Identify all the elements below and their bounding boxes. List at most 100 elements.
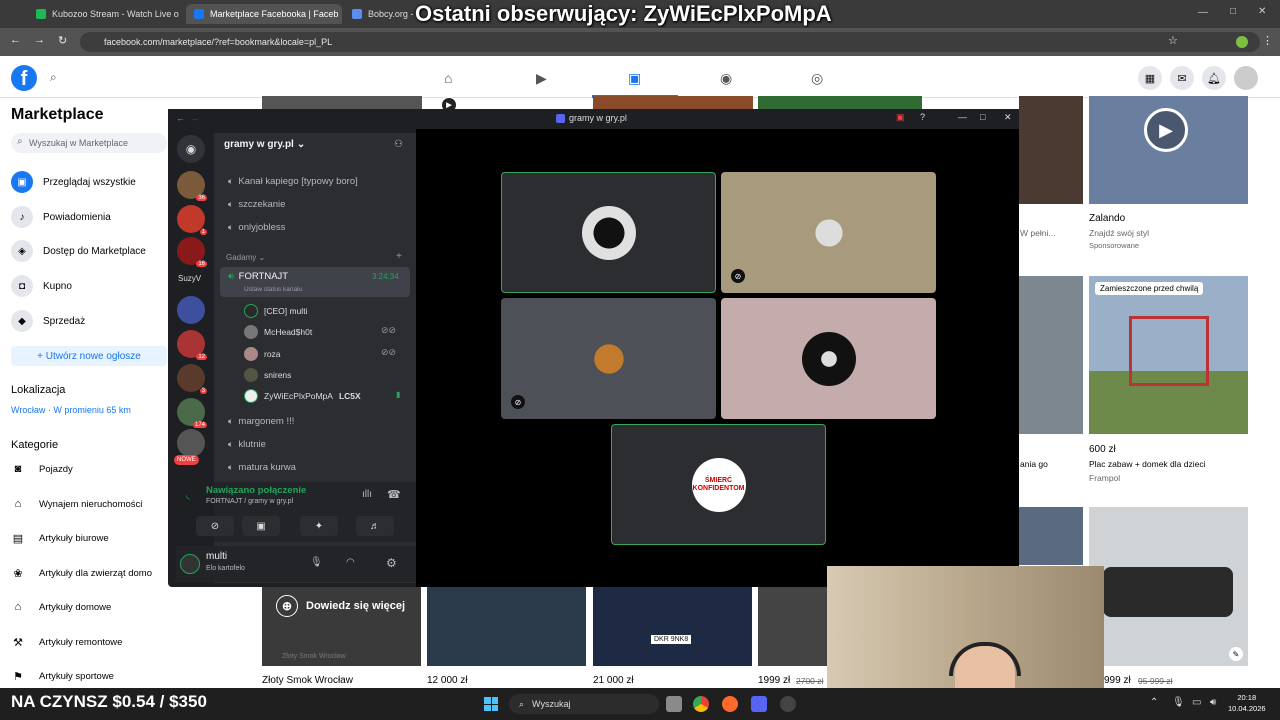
server-icon[interactable]: 36 (177, 171, 207, 201)
close-icon[interactable]: ✕ (1004, 112, 1012, 123)
category-pets[interactable]: ❀ Artykuły dla zwierząt domo (11, 563, 152, 583)
maximize-icon[interactable]: □ (980, 112, 985, 122)
listing-image[interactable] (1019, 507, 1083, 565)
reload-icon[interactable]: ↻ (58, 34, 67, 47)
video-icon[interactable]: ▶ (536, 70, 547, 87)
tab-marketplace[interactable]: Marketplace Facebooka | Faceb ✕ (186, 4, 342, 24)
location-value[interactable]: Wrocław · W promieniu 65 km (11, 405, 131, 415)
participant-tile[interactable] (501, 172, 716, 293)
listing-price[interactable]: 600 zł (1089, 444, 1116, 455)
screen-share-button[interactable]: ▣ (242, 516, 280, 536)
network-icon[interactable]: ▭ (1192, 697, 1201, 708)
microphone-icon[interactable]: 🎙︎ (310, 557, 323, 568)
app-icon[interactable] (722, 696, 738, 712)
messenger-icon[interactable]: ✉ (1170, 66, 1194, 90)
taskbar-clock[interactable]: 20:18 10.04.2026 (1228, 692, 1266, 714)
add-channel-icon[interactable]: + (396, 251, 402, 262)
forward-icon[interactable]: → (34, 34, 45, 46)
marketplace-search-input[interactable]: ⌕ Wyszukaj w Marketplace (11, 133, 167, 153)
disconnect-icon[interactable]: ☎ (387, 488, 401, 501)
server-icon[interactable]: 16 (177, 237, 207, 267)
voice-user[interactable]: snirens (244, 368, 291, 382)
gear-icon[interactable]: ⚙ (386, 556, 397, 570)
close-window-icon[interactable]: ✕ (1258, 6, 1266, 17)
voice-user[interactable]: McHead$h0t (244, 325, 312, 339)
profile-icon[interactable] (1236, 36, 1248, 48)
category-sports[interactable]: ⚑ Artykuły sportowe (11, 666, 114, 686)
voice-user[interactable]: roza (244, 347, 281, 361)
listing-image-lexus[interactable]: DKR 9NK8 (593, 587, 752, 666)
add-friend-icon[interactable]: ⚇ (394, 139, 403, 150)
tray-chevron-icon[interactable]: ⌃ (1150, 697, 1158, 708)
listing-price[interactable]: 1999 zł (758, 675, 790, 686)
user-name[interactable]: multi (206, 551, 227, 562)
voice-channel[interactable]: 🔈︎ matura kurwa (228, 462, 296, 473)
listing-price[interactable]: 999 zł (1104, 675, 1131, 686)
search-icon[interactable]: ⌕ (50, 70, 57, 85)
listing-image[interactable] (1019, 96, 1083, 204)
voice-user[interactable]: ZyWiEcPlxPoMpA LC5X (244, 389, 361, 403)
voice-channel[interactable]: 🔈︎ Kanał kapiego [typowy boro] (228, 176, 358, 187)
listing-price[interactable]: 21 000 zł (593, 675, 634, 686)
menu-icon[interactable]: ⋮ (1262, 34, 1273, 47)
voice-user[interactable]: [CEO] multi (244, 304, 307, 318)
account-avatar[interactable] (1234, 66, 1258, 90)
listing-image-zalando[interactable]: ▶ (1089, 96, 1248, 204)
notifications-icon[interactable]: 🔔︎ (1202, 66, 1226, 90)
listing-image[interactable] (593, 96, 753, 110)
avatar[interactable] (180, 554, 200, 574)
noise-suppression-icon[interactable]: ıllı (362, 489, 372, 500)
help-icon[interactable]: ? (920, 112, 925, 122)
server-icon[interactable]: 1 (177, 205, 207, 235)
sidebar-item-selling[interactable]: ◆ Sprzedaż (11, 310, 85, 332)
category-rentals[interactable]: ⌂ Wynajem nieruchomości (11, 494, 143, 514)
bookmark-star-icon[interactable]: ☆ (1168, 34, 1178, 47)
voice-location[interactable]: FORTNAJT / gramy w gry.pl (206, 498, 293, 505)
back-icon[interactable]: ← (176, 113, 185, 123)
discord-icon[interactable] (751, 696, 767, 712)
headphones-icon[interactable]: ◠ (346, 557, 355, 568)
groups-icon[interactable]: ◉ (720, 70, 732, 87)
listing-image[interactable] (262, 96, 422, 110)
minimize-icon[interactable]: — (1198, 7, 1208, 18)
participant-tile[interactable]: ⊘ (721, 172, 936, 293)
category-home[interactable]: ⌂ Artykuły domowe (11, 597, 112, 617)
obs-icon[interactable] (780, 696, 796, 712)
maximize-icon[interactable]: □ (1230, 6, 1236, 17)
listing-price[interactable]: 12 000 zł (427, 675, 468, 686)
listing-image-playground[interactable]: Zamieszczone przed chwilą (1089, 276, 1248, 434)
listing-image-car[interactable]: ✎ (1089, 507, 1248, 666)
sidebar-item-notifications[interactable]: ♪ Powiadomienia (11, 206, 111, 228)
back-icon[interactable]: ← (10, 34, 21, 46)
menu-grid-icon[interactable]: ▦ (1138, 66, 1162, 90)
voice-channel[interactable]: 🔈︎ margonem !!! (228, 416, 294, 427)
tab-bobcy[interactable]: Bobcy.org - Ro (344, 4, 414, 24)
server-icon[interactable]: 12 (177, 330, 207, 360)
channel-status[interactable]: Ustaw status kanału (244, 286, 302, 293)
volume-icon[interactable]: 🔊︎ (1210, 697, 1216, 708)
server-icon[interactable] (177, 429, 205, 457)
voice-channel[interactable]: 🔈︎ onlyjobless (228, 222, 285, 233)
participant-tile[interactable]: ⊘ (501, 298, 716, 419)
category-renovation[interactable]: ⚒ Artykuły remontowe (11, 632, 122, 652)
listing-title[interactable]: Plac zabaw + domek dla dzieci (1089, 459, 1205, 469)
minimize-icon[interactable]: — (958, 112, 967, 122)
category-vehicles[interactable]: ◙ Pojazdy (11, 459, 73, 479)
learn-more-button[interactable]: ⊕ Dowiedz się więcej (276, 594, 412, 618)
listing-image[interactable] (758, 96, 922, 110)
discord-home-icon[interactable]: ◉ (177, 135, 205, 163)
inbox-icon[interactable]: ▣ (896, 112, 905, 123)
voice-channel[interactable]: 🔈︎ szczekanie (228, 199, 285, 210)
server-icon[interactable]: 3 (177, 364, 207, 394)
activities-button[interactable]: ✦ (300, 516, 338, 536)
server-name-header[interactable]: gramy w gry.pl ⌄ (224, 139, 305, 150)
server-icon[interactable] (177, 296, 205, 324)
start-icon[interactable] (484, 697, 498, 711)
listing-image[interactable] (1019, 276, 1083, 434)
camera-off-button[interactable]: ⊘ (196, 516, 234, 536)
listing-title[interactable]: Złoty Smok Wrocław (262, 675, 353, 686)
active-voice-channel[interactable]: 🔊︎ FORTNAJT (228, 271, 288, 282)
listing-title[interactable]: Zalando (1089, 213, 1125, 224)
sidebar-item-buying[interactable]: ◘ Kupno (11, 275, 72, 297)
forward-icon[interactable]: → (190, 113, 199, 123)
